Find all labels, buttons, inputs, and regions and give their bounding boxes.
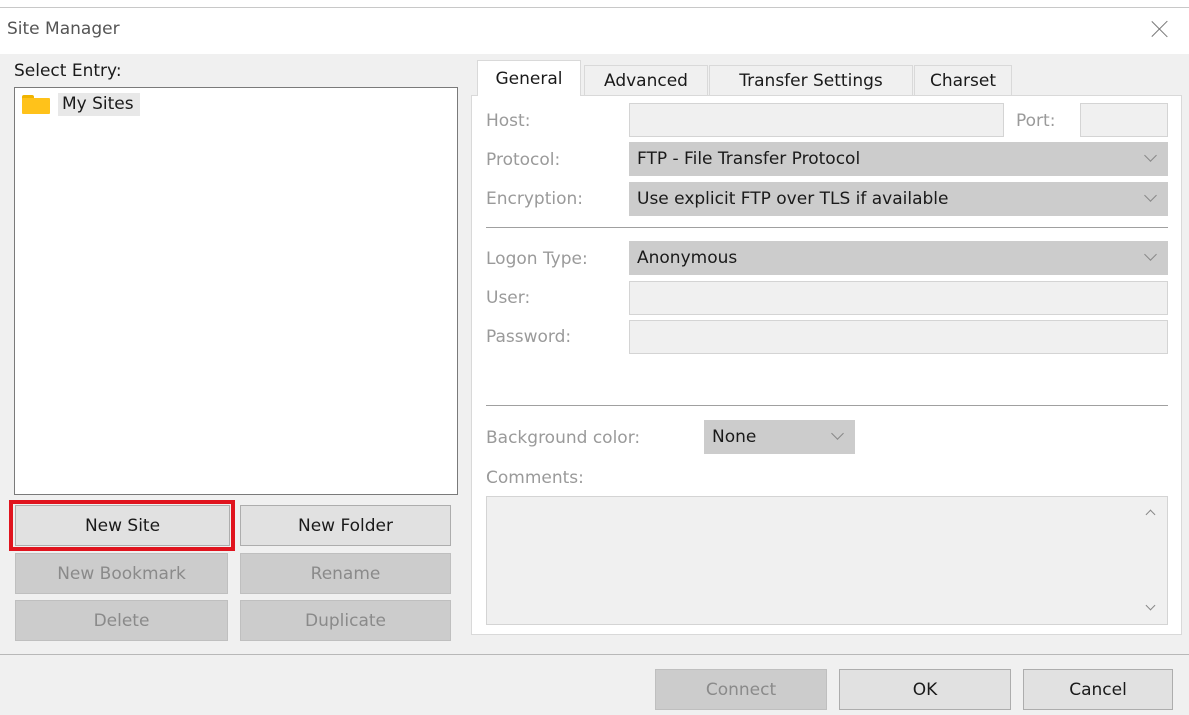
- port-label: Port:: [1016, 111, 1056, 131]
- logon-type-select[interactable]: Anonymous: [629, 241, 1168, 275]
- port-input[interactable]: [1080, 103, 1168, 137]
- host-input[interactable]: [629, 103, 1004, 137]
- tree-item-label: My Sites: [58, 92, 140, 116]
- encryption-label: Encryption:: [486, 189, 583, 209]
- ok-button[interactable]: OK: [839, 669, 1011, 710]
- folder-icon: [22, 94, 50, 114]
- background-color-select[interactable]: None: [704, 420, 855, 454]
- cancel-button[interactable]: Cancel: [1023, 669, 1173, 710]
- duplicate-button[interactable]: Duplicate: [240, 600, 451, 641]
- protocol-value: FTP - File Transfer Protocol: [637, 149, 861, 169]
- background-color-label: Background color:: [486, 428, 641, 448]
- new-bookmark-button[interactable]: New Bookmark: [15, 553, 228, 594]
- rename-button[interactable]: Rename: [240, 553, 451, 594]
- logon-type-value: Anonymous: [637, 248, 738, 268]
- site-tree[interactable]: My Sites: [14, 87, 458, 495]
- password-input[interactable]: [629, 320, 1168, 354]
- separator: [486, 227, 1168, 228]
- new-site-highlight: [9, 500, 235, 551]
- footer-separator: [0, 654, 1189, 655]
- password-label: Password:: [486, 327, 572, 347]
- title-bar: [0, 8, 1189, 54]
- tab-transfer-settings[interactable]: Transfer Settings: [709, 65, 913, 96]
- delete-button[interactable]: Delete: [15, 600, 228, 641]
- protocol-select[interactable]: FTP - File Transfer Protocol: [629, 142, 1168, 176]
- background-color-value: None: [712, 427, 757, 447]
- separator: [486, 405, 1168, 406]
- comments-label: Comments:: [486, 468, 584, 488]
- new-folder-button[interactable]: New Folder: [240, 505, 451, 546]
- comments-textarea[interactable]: [486, 496, 1168, 625]
- encryption-value: Use explicit FTP over TLS if available: [637, 189, 949, 209]
- logon-type-label: Logon Type:: [486, 249, 588, 269]
- window-title: Site Manager: [7, 19, 120, 39]
- encryption-select[interactable]: Use explicit FTP over TLS if available: [629, 182, 1168, 216]
- close-icon[interactable]: [1149, 18, 1171, 40]
- host-label: Host:: [486, 111, 531, 131]
- tree-item-my-sites[interactable]: My Sites: [22, 91, 140, 117]
- tab-advanced[interactable]: Advanced: [584, 65, 708, 96]
- connect-button[interactable]: Connect: [655, 669, 827, 710]
- select-entry-label: Select Entry:: [14, 61, 122, 81]
- top-border: [0, 0, 1189, 8]
- user-input[interactable]: [629, 281, 1168, 315]
- tab-general[interactable]: General: [477, 60, 581, 96]
- protocol-label: Protocol:: [486, 150, 561, 170]
- user-label: User:: [486, 288, 531, 308]
- tab-charset[interactable]: Charset: [914, 65, 1012, 96]
